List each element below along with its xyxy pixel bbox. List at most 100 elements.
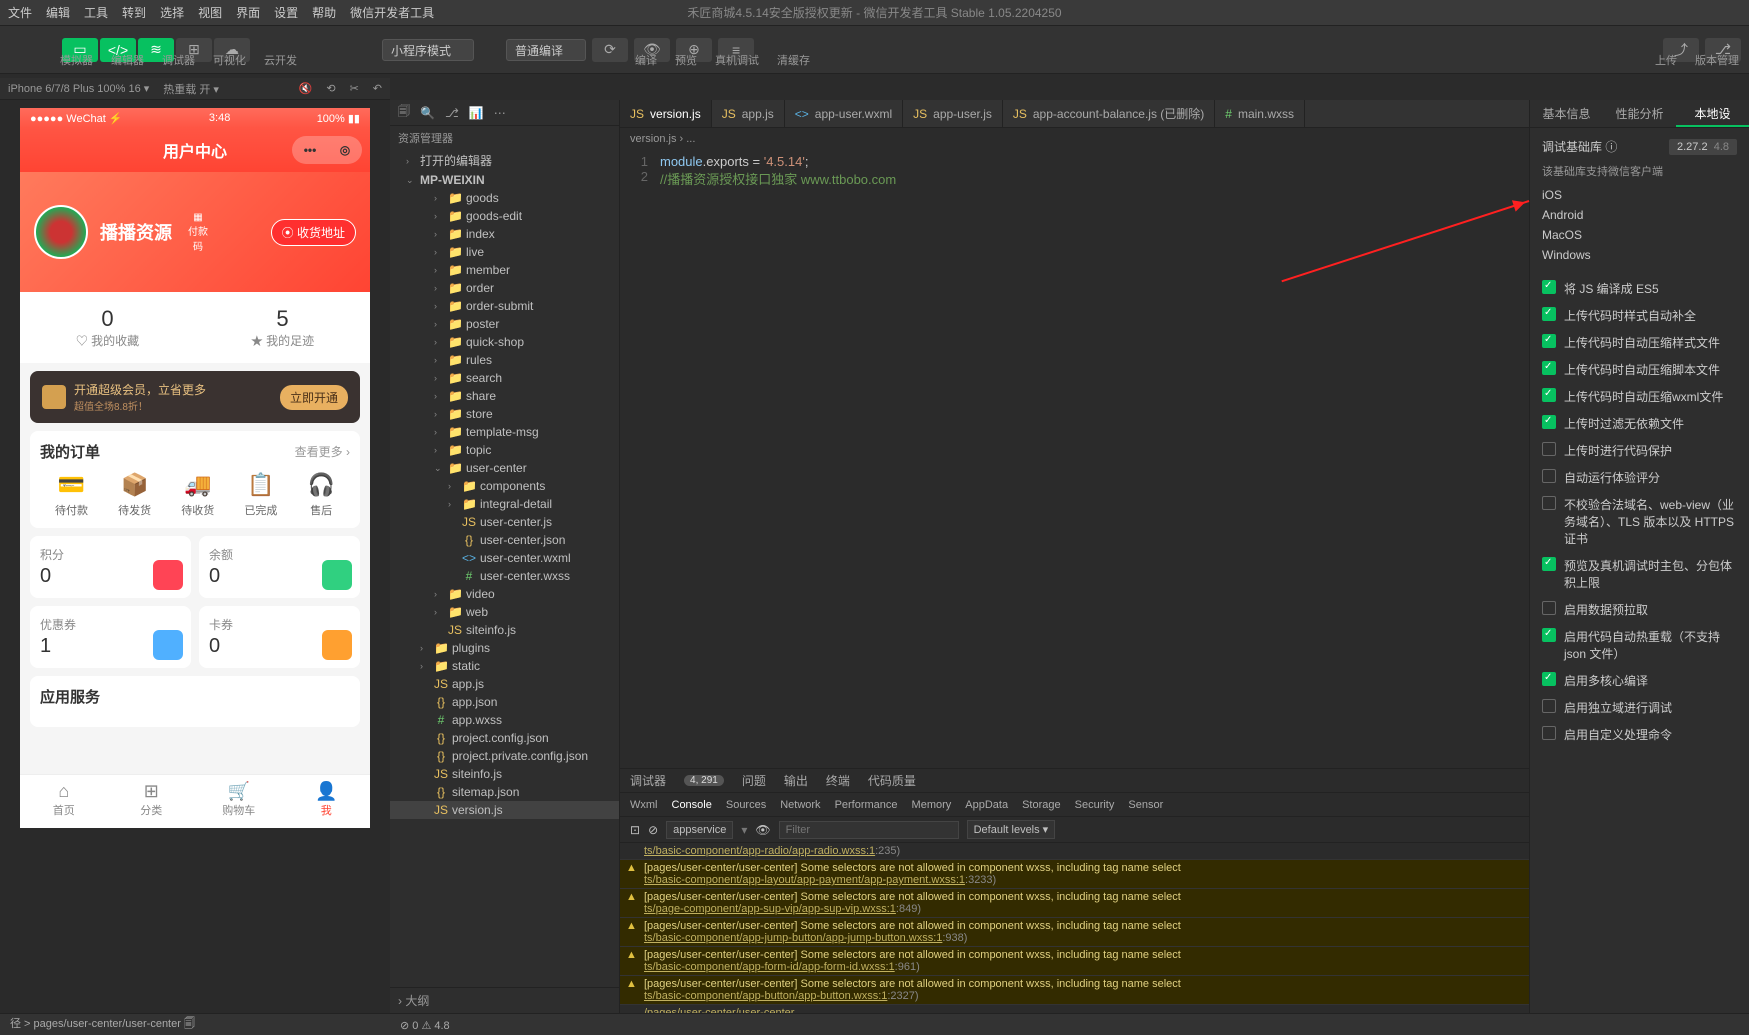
back-icon[interactable]: ↶: [373, 82, 382, 95]
tree-node[interactable]: ›📁goods-edit: [390, 207, 619, 225]
devtools-tab[interactable]: Memory: [912, 799, 952, 811]
devtools-tab[interactable]: AppData: [965, 799, 1008, 811]
tree-node[interactable]: ›📁topic: [390, 441, 619, 459]
checkbox[interactable]: [1542, 280, 1556, 294]
tree-node[interactable]: ›📁video: [390, 585, 619, 603]
checkbox[interactable]: [1542, 699, 1556, 713]
tree-node[interactable]: ›📁quick-shop: [390, 333, 619, 351]
tree-node[interactable]: JSversion.js: [390, 801, 619, 819]
checkbox[interactable]: [1542, 388, 1556, 402]
devtools-tab[interactable]: Network: [780, 799, 820, 811]
mute-icon[interactable]: 🔇: [299, 82, 313, 95]
devtools-tab[interactable]: Sensor: [1128, 799, 1163, 811]
tree-root[interactable]: ⌄MP-WEIXIN: [390, 171, 619, 189]
balance-box[interactable]: 余额0: [199, 536, 360, 598]
console-message[interactable]: /pages/user-center/user-center: [620, 1005, 1529, 1013]
phone-preview[interactable]: ●●●●● WeChat ⚡ 3:48 100% ▮▮ 用户中心 •••◎ 播播…: [20, 108, 370, 828]
stat-footprints[interactable]: 5★ 我的足迹: [195, 292, 370, 363]
tree-node[interactable]: ›📁share: [390, 387, 619, 405]
avatar[interactable]: [34, 205, 88, 259]
tab-item[interactable]: ⌂首页: [20, 775, 108, 828]
tree-node[interactable]: {}app.json: [390, 693, 619, 711]
setting-checkbox-row[interactable]: 上传代码时自动压缩样式文件: [1530, 329, 1749, 356]
code-editor[interactable]: 1module.exports = '4.5.14'; 2//播播资源授权接口独…: [620, 150, 1529, 768]
menu-item[interactable]: 界面: [236, 4, 260, 21]
devtools-tab[interactable]: Storage: [1022, 799, 1061, 811]
tree-node[interactable]: ›📁plugins: [390, 639, 619, 657]
tree-node[interactable]: ›📁static: [390, 657, 619, 675]
clear-icon[interactable]: ⊘: [648, 823, 658, 837]
devtools-tab[interactable]: Console: [672, 799, 712, 811]
menu-item[interactable]: 工具: [84, 4, 108, 21]
capsule-button[interactable]: •••◎: [292, 136, 362, 164]
menu-item[interactable]: 视图: [198, 4, 222, 21]
tree-node[interactable]: {}project.private.config.json: [390, 747, 619, 765]
checkbox[interactable]: [1542, 361, 1556, 375]
console-warning[interactable]: [pages/user-center/user-center] Some sel…: [620, 947, 1529, 976]
cut-icon[interactable]: ✂: [350, 82, 359, 95]
device-select[interactable]: iPhone 6/7/8 Plus 100% 16 ▾: [8, 82, 149, 95]
editor-tab[interactable]: JSapp.js: [712, 100, 785, 128]
editor-tab[interactable]: <>app-user.wxml: [785, 100, 903, 128]
console-warning[interactable]: [pages/user-center/user-center] Some sel…: [620, 889, 1529, 918]
checkbox[interactable]: [1542, 496, 1556, 510]
vip-banner[interactable]: 开通超级会员，立省更多超值全场8.8折！ 立即开通: [30, 371, 360, 423]
menu-item[interactable]: 设置: [274, 4, 298, 21]
tab-problems[interactable]: 问题: [742, 772, 766, 789]
chart-icon[interactable]: 📊: [469, 106, 484, 120]
tree-node[interactable]: JSapp.js: [390, 675, 619, 693]
setting-checkbox-row[interactable]: 将 JS 编译成 ES5: [1530, 275, 1749, 302]
tree-node[interactable]: JSsiteinfo.js: [390, 765, 619, 783]
eye-icon[interactable]: 👁: [755, 823, 770, 837]
rotate-icon[interactable]: ⟲: [326, 82, 335, 95]
setting-checkbox-row[interactable]: 启用独立域进行调试: [1530, 694, 1749, 721]
status-errors[interactable]: ⊘ 0 ⚠ 4.8: [400, 1019, 450, 1032]
tree-open-editors[interactable]: ›打开的编辑器: [390, 150, 619, 171]
outline-section[interactable]: › 大纲: [390, 987, 619, 1013]
devtools-tab[interactable]: Performance: [835, 799, 898, 811]
tree-node[interactable]: ›📁search: [390, 369, 619, 387]
tree-node[interactable]: ›📁order-submit: [390, 297, 619, 315]
console-warning[interactable]: [pages/user-center/user-center] Some sel…: [620, 976, 1529, 1005]
devtools-tab[interactable]: Sources: [726, 799, 766, 811]
tree-node[interactable]: JSsiteinfo.js: [390, 621, 619, 639]
checkbox[interactable]: [1542, 557, 1556, 571]
inspect-icon[interactable]: ⊡: [630, 823, 640, 837]
stat-favorites[interactable]: 0♡ 我的收藏: [20, 292, 195, 363]
setting-checkbox-row[interactable]: 上传时进行代码保护: [1530, 437, 1749, 464]
coupon-box[interactable]: 优惠券1: [30, 606, 191, 668]
filter-input[interactable]: [779, 821, 959, 839]
tree-node[interactable]: #user-center.wxss: [390, 567, 619, 585]
tree-node[interactable]: ›📁goods: [390, 189, 619, 207]
console-message[interactable]: ts/basic-component/app-radio/app-radio.w…: [620, 843, 1529, 860]
tree-node[interactable]: JSuser-center.js: [390, 513, 619, 531]
devtools-tab[interactable]: Wxml: [630, 799, 658, 811]
menu-item[interactable]: 微信开发者工具: [350, 4, 434, 21]
setting-checkbox-row[interactable]: 启用自定义处理命令: [1530, 721, 1749, 748]
tree-node[interactable]: ›📁template-msg: [390, 423, 619, 441]
menu-item[interactable]: 文件: [8, 4, 32, 21]
checkbox[interactable]: [1542, 415, 1556, 429]
setting-checkbox-row[interactable]: 启用代码自动热重载（不支持 json 文件）: [1530, 623, 1749, 667]
tree-node[interactable]: ⌄📁user-center: [390, 459, 619, 477]
tab-item[interactable]: 👤我: [283, 775, 371, 828]
tree-node[interactable]: ›📁poster: [390, 315, 619, 333]
setting-checkbox-row[interactable]: 启用多核心编译: [1530, 667, 1749, 694]
setting-checkbox-row[interactable]: 自动运行体验评分: [1530, 464, 1749, 491]
lib-version-select[interactable]: 2.27.2 4.8: [1669, 139, 1737, 155]
checkbox[interactable]: [1542, 469, 1556, 483]
setting-checkbox-row[interactable]: 上传代码时自动压缩脚本文件: [1530, 356, 1749, 383]
compile-button[interactable]: ⟳: [592, 38, 628, 62]
pay-qr-icon[interactable]: ▦付款码: [184, 212, 212, 253]
setting-checkbox-row[interactable]: 不校验合法域名、web-view（业务域名）、TLS 版本以及 HTTPS 证书: [1530, 491, 1749, 552]
tab-basic-info[interactable]: 基本信息: [1530, 100, 1603, 127]
more-icon[interactable]: ⋯: [494, 106, 506, 120]
tab-output[interactable]: 输出: [784, 772, 808, 789]
checkbox[interactable]: [1542, 601, 1556, 615]
tree-node[interactable]: #app.wxss: [390, 711, 619, 729]
checkbox[interactable]: [1542, 442, 1556, 456]
menu-item[interactable]: 编辑: [46, 4, 70, 21]
menu-item[interactable]: 帮助: [312, 4, 336, 21]
checkbox[interactable]: [1542, 726, 1556, 740]
address-button[interactable]: ⦿ 收货地址: [271, 219, 356, 246]
